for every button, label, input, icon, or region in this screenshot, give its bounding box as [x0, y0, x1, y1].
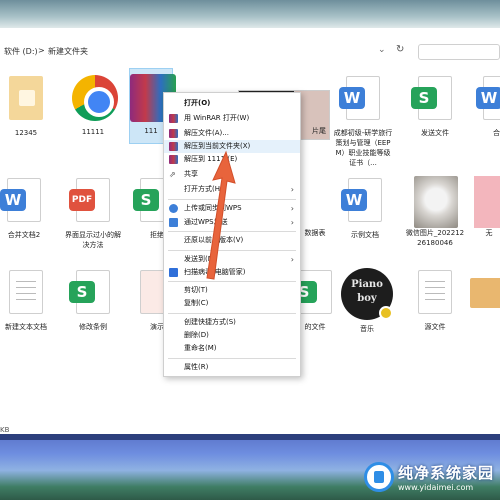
menu-item-open-with[interactable]: 打开方式(H) › — [164, 183, 300, 196]
word-doc-icon: W — [0, 178, 41, 222]
desktop-wallpaper: 纯净系统家园 www.yidaimei.com — [0, 434, 500, 500]
file-item[interactable]: PDF 界面显示过小的解决方法 — [63, 176, 123, 250]
file-item[interactable]: W 示例文档 — [335, 176, 395, 240]
menu-item-cut[interactable]: 剪切(T) — [164, 284, 300, 297]
spreadsheet-icon: S — [69, 270, 110, 314]
menu-item-properties[interactable]: 属性(R) — [164, 361, 300, 374]
chevron-right-icon: › — [290, 204, 294, 213]
shield-icon — [169, 268, 178, 277]
menu-separator — [168, 281, 296, 282]
spreadsheet-icon: S — [411, 76, 452, 120]
watermark-url: www.yidaimei.com — [397, 483, 474, 492]
breadcrumb-folder[interactable]: 新建文件夹 — [48, 46, 88, 57]
breadcrumb-separator: > — [38, 46, 45, 55]
menu-item-winrar-open[interactable]: 用 WinRAR 打开(W) — [164, 112, 300, 125]
menu-item-restore[interactable]: 还原以前的版本(V) — [164, 234, 300, 247]
text-file-icon — [418, 270, 452, 314]
site-watermark: 纯净系统家园 www.yidaimei.com — [363, 462, 494, 492]
image-thumbnail — [474, 176, 500, 228]
refresh-icon[interactable]: ↻ — [396, 44, 404, 55]
menu-item-send-wps[interactable]: 通过WPS发送 › — [164, 216, 300, 229]
file-item[interactable]: S 修改条例 — [63, 268, 123, 332]
word-doc-icon: W — [476, 76, 500, 120]
menu-item-extract[interactable]: 解压文件(A)... — [164, 127, 300, 140]
media-play-icon — [379, 306, 393, 320]
spreadsheet-icon: S — [291, 270, 332, 314]
winrar-icon — [169, 129, 178, 138]
file-item[interactable]: S 发送文件 — [405, 74, 465, 138]
file-item[interactable] — [470, 268, 500, 326]
pdf-icon: PDF — [69, 178, 110, 222]
file-item[interactable]: 新建文本文档 — [0, 268, 56, 332]
file-item[interactable]: Piano boy 音乐 — [337, 268, 397, 334]
share-icon: ⇗ — [169, 170, 176, 179]
menu-item-share[interactable]: ⇗ 共享 — [164, 168, 300, 181]
file-item[interactable]: W 合并文档2 — [0, 176, 54, 240]
winrar-icon — [169, 114, 178, 123]
status-bar: KB — [0, 426, 10, 434]
menu-separator — [168, 358, 296, 359]
menu-item-upload-wps[interactable]: 上传或同步到WPS › — [164, 202, 300, 215]
menu-item-copy[interactable]: 复制(C) — [164, 297, 300, 310]
file-item[interactable]: W 成都初级-研学旅行策划与管理（EEPM）职业技能等级证书（... — [333, 74, 393, 168]
menu-item-open[interactable]: 打开(O) — [164, 97, 300, 110]
file-item[interactable]: W 合并 — [470, 74, 500, 138]
menu-item-rename[interactable]: 重命名(M) — [164, 342, 300, 355]
menu-item-extract-to[interactable]: 解压到 1111\(E) — [164, 153, 300, 166]
chrome-icon — [72, 75, 118, 121]
wps-send-icon — [169, 218, 178, 227]
menu-separator — [168, 250, 296, 251]
chevron-right-icon: › — [290, 185, 294, 194]
file-item[interactable]: 微信图片_20221226180046 — [405, 176, 465, 248]
image-thumbnail-icon — [9, 76, 43, 120]
menu-item-send-to[interactable]: 发送到(N) › — [164, 253, 300, 266]
mail-icon — [470, 278, 500, 308]
address-bar[interactable]: 软件 (D:) > 新建文件夹 ⌄ ↻ — [0, 42, 500, 62]
text-file-icon — [9, 270, 43, 314]
search-input[interactable] — [418, 44, 500, 60]
word-doc-icon: W — [341, 178, 382, 222]
menu-item-extract-here[interactable]: 解压到当前文件夹(X) — [164, 140, 300, 153]
chevron-right-icon: › — [290, 218, 294, 227]
cat-photo-thumbnail — [414, 176, 458, 228]
chevron-right-icon: › — [290, 255, 294, 264]
file-item[interactable]: 源文件 — [405, 268, 465, 332]
desktop-strip-top — [0, 0, 500, 28]
cloud-upload-icon — [169, 204, 178, 213]
site-logo-icon — [363, 462, 394, 492]
file-item[interactable]: 无 — [474, 176, 500, 238]
context-menu: 打开(O) 用 WinRAR 打开(W) 解压文件(A)... 解压到当前文件夹… — [163, 92, 301, 377]
menu-item-scan[interactable]: 扫描病毒(电脑管家) — [164, 266, 300, 279]
menu-separator — [168, 313, 296, 314]
winrar-icon — [169, 155, 178, 164]
menu-item-delete[interactable]: 删除(D) — [164, 329, 300, 342]
watermark-title: 纯净系统家园 — [397, 464, 494, 482]
winrar-icon — [169, 142, 178, 151]
chevron-down-icon[interactable]: ⌄ — [378, 45, 386, 55]
word-doc-icon: W — [339, 76, 380, 120]
file-item[interactable]: 12345 — [0, 74, 56, 138]
menu-separator — [168, 231, 296, 232]
menu-item-shortcut[interactable]: 创建快捷方式(S) — [164, 316, 300, 329]
menu-separator — [168, 199, 296, 200]
music-album-icon: Piano boy — [341, 268, 393, 320]
breadcrumb-drive[interactable]: 软件 (D:) — [4, 46, 38, 57]
file-item[interactable]: 11111 — [63, 74, 123, 137]
